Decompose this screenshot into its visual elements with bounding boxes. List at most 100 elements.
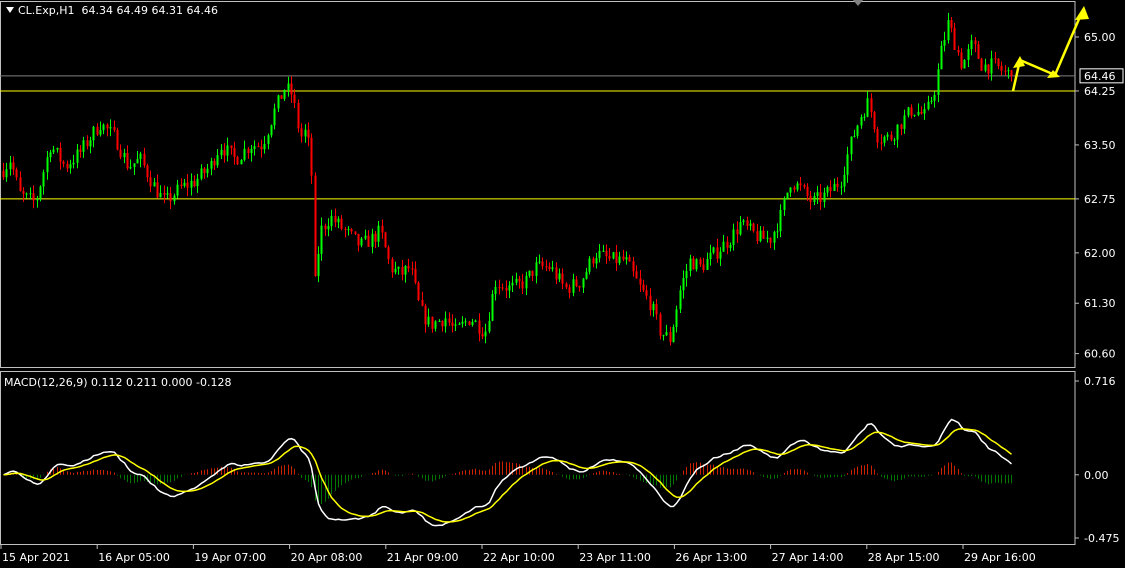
candle (967, 44, 970, 67)
collapse-triangle-icon[interactable] (6, 7, 14, 13)
candle-body (833, 183, 836, 191)
candle (327, 218, 330, 237)
candle-body (595, 258, 598, 264)
candle-body (371, 233, 374, 247)
candle (689, 254, 692, 277)
candle (816, 185, 819, 205)
candle-body (836, 183, 839, 187)
candle (947, 12, 950, 44)
candle-body (424, 305, 427, 325)
candle (974, 37, 977, 53)
candle-body (561, 273, 564, 284)
candle (930, 96, 933, 105)
trading-chart[interactable]: 65.00 64.25 63.50 62.75 62.00 61.30 60.60 64.46… (0, 0, 1125, 568)
candle-body (880, 142, 883, 144)
candle (1000, 61, 1003, 76)
candle-body (598, 250, 601, 259)
candle (283, 89, 286, 101)
candle (612, 251, 615, 260)
candle-body (15, 169, 18, 178)
candle-body (190, 180, 193, 188)
candle-body (304, 129, 307, 137)
candle-body (46, 157, 49, 173)
candle (548, 262, 551, 272)
candle-body (602, 250, 605, 252)
candle-body (655, 304, 658, 315)
candle (769, 237, 772, 249)
candle-body (414, 268, 417, 283)
candle-body (240, 159, 243, 165)
candle (96, 123, 99, 136)
candle-body (766, 237, 769, 239)
candle (712, 246, 715, 255)
candle (49, 149, 52, 163)
candle (659, 312, 662, 340)
candle (592, 256, 595, 268)
candle-body (102, 124, 105, 131)
candle-body (769, 237, 772, 243)
projection-arrow-path[interactable] (1011, 11, 1084, 92)
candle (387, 245, 390, 265)
candle-body (752, 223, 755, 232)
candle (1007, 67, 1010, 79)
candle-body (632, 261, 635, 272)
candle-body (2, 170, 5, 178)
candle (1010, 69, 1013, 82)
candle (518, 275, 521, 289)
candle-body (582, 278, 585, 288)
candle (156, 174, 159, 199)
candle-body (216, 155, 219, 166)
candle-body (243, 148, 246, 160)
candle (109, 119, 112, 137)
candle (414, 261, 417, 285)
candle (69, 159, 72, 174)
candle-body (324, 225, 327, 230)
candle-body (52, 149, 55, 153)
candle (809, 190, 812, 210)
candle (133, 163, 136, 176)
candle-body (42, 172, 45, 187)
candle (99, 121, 102, 137)
candle-body (458, 323, 461, 325)
candle (411, 261, 414, 276)
candle-body (344, 228, 347, 230)
chart-header: CL.Exp,H1 64.34 64.49 64.31 64.46 (6, 4, 218, 17)
candle-body (551, 267, 554, 270)
scroll-marker-icon[interactable] (853, 0, 863, 6)
candle (270, 124, 273, 138)
candle (203, 166, 206, 179)
candle (920, 106, 923, 115)
candle (243, 140, 246, 162)
candle (143, 147, 146, 168)
candle (116, 127, 119, 151)
candle (200, 164, 203, 181)
candle (417, 281, 420, 302)
projection-arrows[interactable] (1011, 6, 1089, 92)
candle (22, 187, 25, 202)
candle (136, 150, 139, 164)
axes: 65.00 64.25 63.50 62.75 62.00 61.30 60.60 64.46… (0, 31, 1124, 564)
candle-body (963, 60, 966, 69)
candle-body (736, 229, 739, 235)
candle (25, 192, 28, 199)
candle-body (448, 318, 451, 323)
candle-body (541, 261, 544, 267)
candle-body (163, 192, 166, 195)
candle (397, 266, 400, 275)
candle-body (957, 50, 960, 53)
candle-body (427, 316, 430, 325)
current-price-label: 64.46 (1084, 70, 1116, 83)
candle-body (360, 238, 363, 246)
candle (347, 226, 350, 236)
candle-body (22, 191, 25, 194)
candle-body (257, 146, 260, 148)
horizontal-levels[interactable] (0, 75, 1075, 200)
candle (2, 162, 5, 180)
candle (749, 219, 752, 231)
candle (310, 133, 313, 184)
candle-body (146, 165, 149, 178)
candle-body (106, 124, 109, 129)
candle-body (334, 215, 337, 223)
price-tick-label: 63.50 (1084, 139, 1116, 152)
candle-body (695, 259, 698, 270)
